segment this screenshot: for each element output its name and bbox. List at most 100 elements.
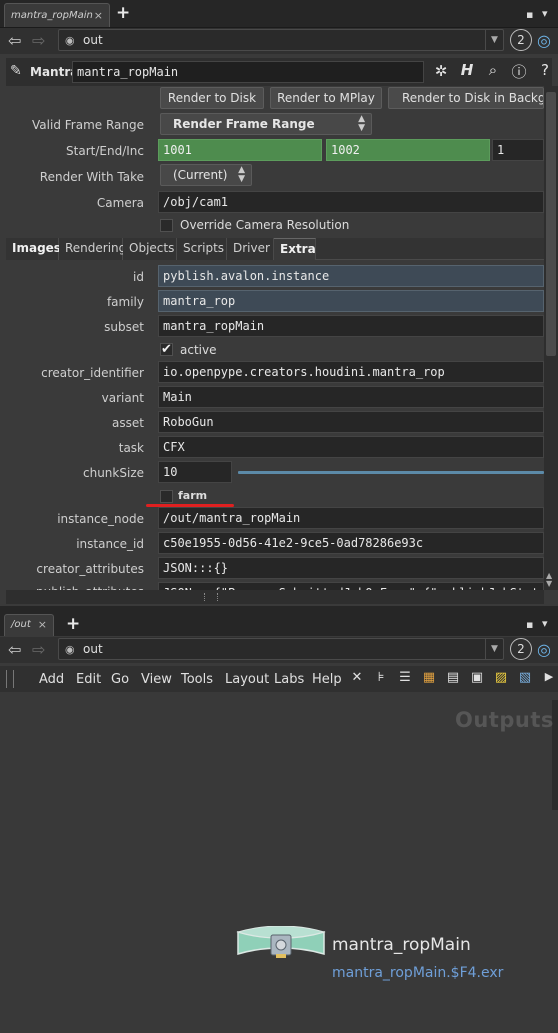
image-icon[interactable]: ▧ [516, 670, 534, 688]
pane-divider[interactable] [0, 606, 558, 614]
path-dropdown-icon[interactable]: ▼ [485, 30, 503, 50]
close-tab-icon[interactable]: × [94, 9, 103, 22]
help-h-icon[interactable]: H [456, 61, 478, 79]
instance-node-field[interactable]: /out/mantra_ropMain [158, 507, 544, 529]
subset-label: subset [104, 320, 144, 334]
family-label: family [106, 295, 144, 309]
list-view-icon[interactable]: ☰ [396, 670, 414, 688]
horizontal-scroll-grip[interactable] [204, 593, 218, 601]
pane-menu-icon[interactable]: ▪ [526, 618, 533, 631]
back-arrow-icon[interactable]: ⇦ [8, 640, 21, 659]
network-type-icon: ◉ [65, 643, 75, 656]
override-resolution-checkbox[interactable] [160, 219, 173, 232]
creator-identifier-field[interactable]: io.openpype.creators.houdini.mantra_rop [158, 361, 544, 383]
top-tab-bar: mantra_ropMain × + ▪ ▾ [0, 0, 558, 28]
render-to-disk-background-button[interactable]: Render to Disk in Background [388, 87, 544, 109]
tab-driver[interactable]: Driver [227, 238, 274, 260]
camera-field[interactable]: /obj/cam1 [158, 191, 544, 213]
info-icon[interactable]: ⓘ [508, 61, 530, 82]
pin-number-button[interactable]: 2 [510, 29, 532, 51]
close-tab-icon[interactable]: × [38, 618, 47, 631]
rop-node-name: mantra_ropMain [332, 935, 471, 955]
tab-extra[interactable]: Extra [274, 238, 316, 260]
link-icon[interactable]: ◎ [537, 31, 551, 50]
menu-add[interactable]: Add [39, 672, 64, 687]
task-field[interactable]: CFX [158, 436, 544, 458]
active-checkbox[interactable]: ✔ [160, 343, 173, 356]
path-dropdown-icon[interactable]: ▼ [485, 639, 503, 659]
path-value: out [83, 33, 103, 47]
menu-grip-icon [6, 670, 14, 688]
menu-edit[interactable]: Edit [76, 672, 101, 687]
variant-field[interactable]: Main [158, 386, 544, 408]
instance-id-label: instance_id [76, 537, 144, 551]
new-tab-button[interactable]: + [116, 3, 130, 23]
menu-help[interactable]: Help [312, 672, 342, 687]
start-frame-field[interactable]: 1001 [158, 139, 322, 161]
menu-view[interactable]: View [141, 672, 172, 687]
end-frame-field[interactable]: 1002 [326, 139, 490, 161]
render-with-take-label: Render With Take [39, 170, 144, 184]
path-field[interactable]: ◉ out ▼ [58, 29, 504, 51]
network-editor[interactable] [0, 692, 558, 1033]
menu-labs[interactable]: Labs [274, 672, 304, 687]
tree-layout-icon[interactable]: ⊧ [372, 670, 390, 688]
search-icon[interactable]: ⌕ [482, 61, 504, 79]
render-to-disk-button[interactable]: Render to Disk [160, 87, 264, 109]
tab-objects[interactable]: Objects [123, 238, 177, 260]
asset-label: asset [112, 416, 144, 430]
link-icon[interactable]: ◎ [537, 640, 551, 659]
tab-scripts[interactable]: Scripts [177, 238, 227, 260]
horizontal-scrollbar[interactable] [6, 590, 544, 604]
variant-label: variant [101, 391, 144, 405]
forward-arrow-icon[interactable]: ⇨ [32, 31, 45, 50]
chunksize-slider[interactable] [238, 471, 544, 474]
pane-options-icon[interactable]: ▾ [542, 7, 548, 20]
subset-field[interactable]: mantra_ropMain [158, 315, 544, 337]
instance-id-field[interactable]: c50e1955-0d56-41e2-9ce5-0ad78286e93c [158, 532, 544, 554]
menu-layout[interactable]: Layout [225, 672, 269, 687]
pin-number-button[interactable]: 2 [510, 638, 532, 660]
grid-view-icon[interactable]: ▤ [444, 670, 462, 688]
node-name-field[interactable]: mantra_ropMain [72, 61, 424, 83]
pane-options-icon[interactable]: ▾ [542, 617, 548, 630]
publish-attributes-field[interactable]: JSON:::{"ProcessSubmittedJobOnFarm":{"pu… [158, 582, 544, 590]
network-context-label: Outputs [455, 708, 554, 732]
network-box-icon[interactable]: ▣ [468, 670, 486, 688]
tab-network-out[interactable]: /out × [4, 614, 54, 636]
creator-attributes-field[interactable]: JSON:::{} [158, 557, 544, 579]
parameter-scroll-thumb[interactable] [546, 92, 556, 356]
instance-node-label: instance_node [57, 512, 144, 526]
more-icon[interactable]: ▶ [540, 670, 558, 688]
gear-icon[interactable]: ✲ [430, 62, 452, 80]
new-tab-button[interactable]: + [66, 614, 80, 634]
tab-parameter-pane[interactable]: mantra_ropMain × [4, 3, 110, 27]
rop-node-output: mantra_ropMain.$F4.exr [332, 965, 504, 981]
id-label: id [133, 270, 144, 284]
network-type-icon: ◉ [65, 34, 75, 47]
help-icon[interactable]: ? [534, 61, 556, 79]
chunksize-field[interactable]: 10 [158, 461, 232, 483]
increment-field[interactable]: 1 [492, 139, 544, 161]
farm-checkbox[interactable] [160, 490, 173, 503]
scroll-arrows-icon[interactable]: ▲ ▼ [546, 572, 552, 588]
tab-rendering[interactable]: Rendering [59, 238, 126, 260]
render-to-mplay-button[interactable]: Render to MPlay [270, 87, 382, 109]
id-field[interactable]: pyblish.avalon.instance [158, 265, 544, 287]
rop-node[interactable] [236, 925, 326, 960]
menu-go[interactable]: Go [111, 672, 129, 687]
menu-tools[interactable]: Tools [181, 672, 213, 687]
color-palette-icon[interactable]: ▦ [420, 670, 438, 688]
back-arrow-icon[interactable]: ⇦ [8, 31, 21, 50]
sticky-note-icon[interactable]: ▨ [492, 670, 510, 688]
render-with-take-menu[interactable]: (Current) ▲ ▼ [160, 164, 252, 186]
asset-field[interactable]: RoboGun [158, 411, 544, 433]
valid-frame-range-menu[interactable]: Render Frame Range ▲ ▼ [160, 113, 372, 135]
family-field[interactable]: mantra_rop [158, 290, 544, 312]
tab-images[interactable]: Images [6, 238, 61, 260]
menu-value: Render Frame Range [173, 117, 315, 131]
path-field[interactable]: ◉ out ▼ [58, 638, 504, 660]
wrench-icon[interactable]: ✕ [348, 670, 366, 688]
pane-menu-icon[interactable]: ▪ [526, 8, 533, 21]
forward-arrow-icon[interactable]: ⇨ [32, 640, 45, 659]
